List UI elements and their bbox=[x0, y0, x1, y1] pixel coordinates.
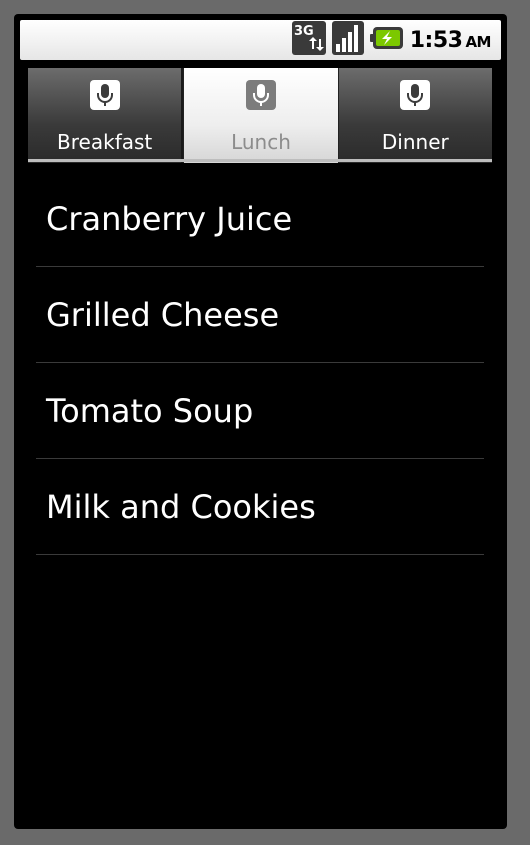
microphone-icon bbox=[89, 80, 120, 110]
battery-charging-icon bbox=[369, 26, 404, 54]
network-label: 3G bbox=[294, 24, 314, 39]
meal-list: Cranberry Juice Grilled Cheese Tomato So… bbox=[36, 171, 484, 555]
status-bar: 3G 1:53 AM bbox=[20, 20, 501, 60]
tab-label: Breakfast bbox=[57, 130, 153, 154]
list-item[interactable]: Cranberry Juice bbox=[36, 171, 484, 267]
list-item-label: Grilled Cheese bbox=[46, 295, 280, 334]
signal-strength-icon bbox=[331, 21, 364, 59]
status-icons: 3G 1:53 AM bbox=[291, 20, 492, 60]
microphone-icon bbox=[245, 80, 276, 110]
status-clock: 1:53 AM bbox=[409, 27, 492, 53]
clock-time: 1:53 bbox=[409, 27, 463, 53]
tab-label: Dinner bbox=[381, 130, 449, 154]
tab-label: Lunch bbox=[231, 130, 291, 154]
microphone-icon bbox=[400, 80, 431, 110]
tab-underline bbox=[28, 159, 492, 162]
tab-breakfast[interactable]: Breakfast bbox=[28, 68, 184, 163]
list-item[interactable]: Tomato Soup bbox=[36, 363, 484, 459]
list-item-label: Tomato Soup bbox=[46, 391, 254, 430]
device-screen: 3G 1:53 AM Breakfast Lunch Dinner Cranbe… bbox=[14, 14, 507, 829]
list-item-label: Milk and Cookies bbox=[46, 487, 316, 526]
list-item-label: Cranberry Juice bbox=[46, 199, 293, 238]
tab-bar: Breakfast Lunch Dinner bbox=[28, 68, 492, 163]
list-item[interactable]: Grilled Cheese bbox=[36, 267, 484, 363]
tab-dinner[interactable]: Dinner bbox=[338, 68, 492, 163]
list-item[interactable]: Milk and Cookies bbox=[36, 459, 484, 555]
3g-data-icon: 3G bbox=[291, 21, 326, 59]
clock-ampm: AM bbox=[465, 32, 491, 51]
tab-lunch[interactable]: Lunch bbox=[183, 68, 339, 163]
